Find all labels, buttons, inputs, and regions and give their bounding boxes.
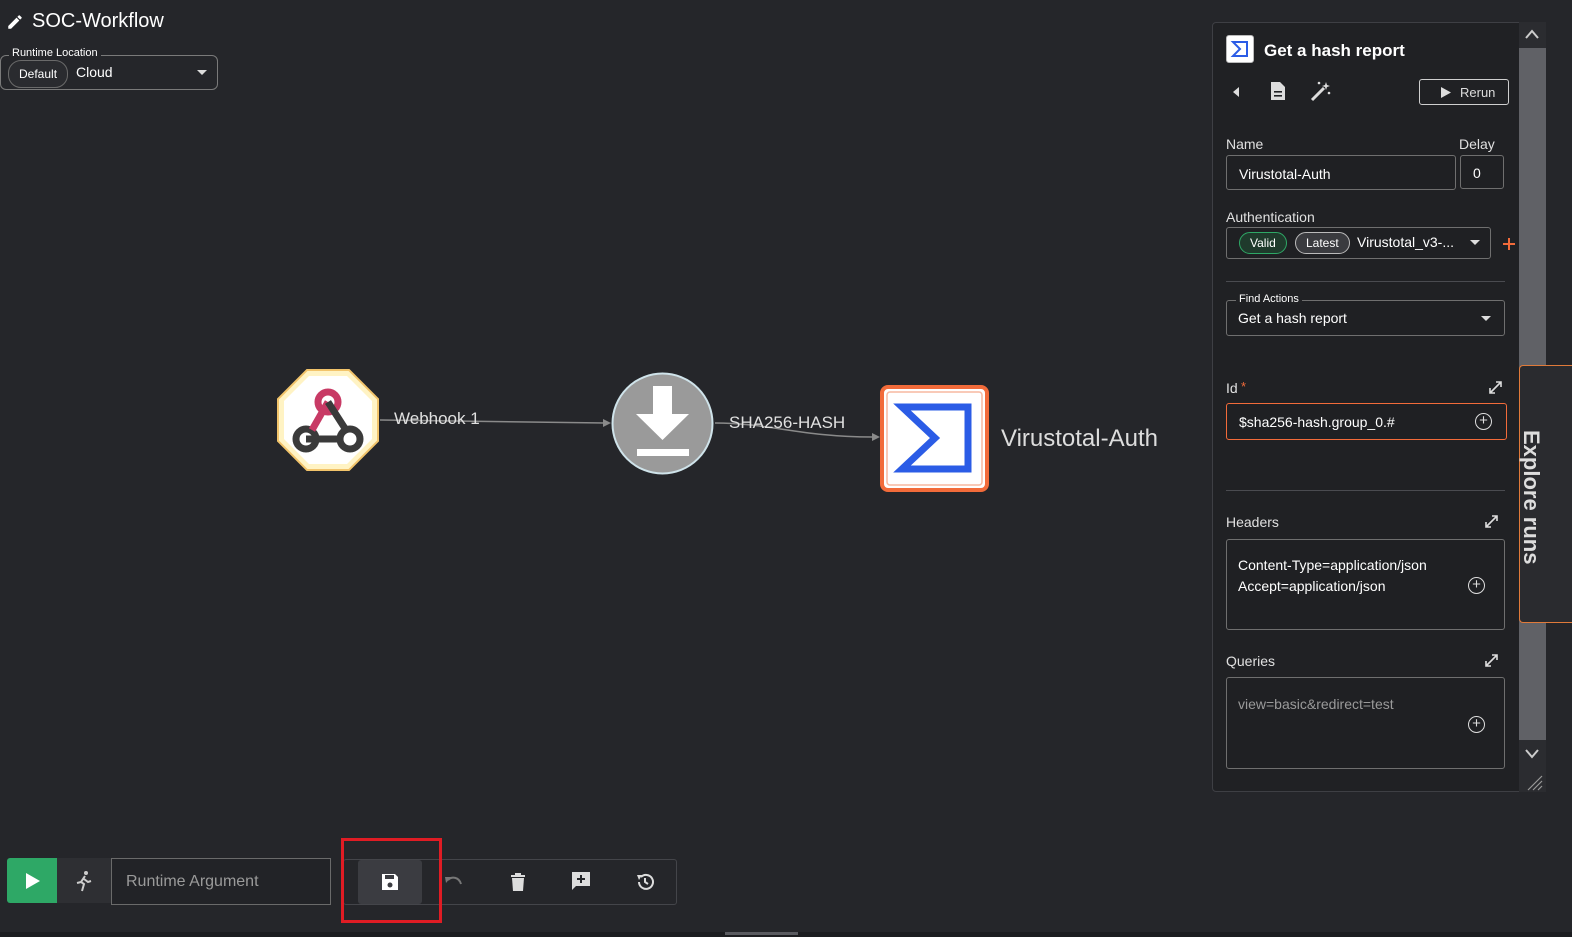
auth-valid-badge: Valid [1239, 232, 1287, 254]
save-highlight-box [341, 838, 442, 923]
name-label: Name [1226, 136, 1264, 152]
caret-left-icon[interactable] [1231, 86, 1241, 98]
chevron-down-icon[interactable] [1470, 240, 1480, 245]
history-button[interactable] [631, 868, 661, 898]
delay-value: 0 [1473, 165, 1481, 181]
bottom-scrollbar-thumb[interactable] [725, 932, 798, 935]
running-person-icon [76, 871, 92, 892]
scroll-up-icon[interactable] [1524, 28, 1540, 40]
undo-button[interactable] [440, 868, 470, 898]
headers-field[interactable]: Content-Type=application/json Accept=app… [1226, 539, 1505, 630]
step-run-button[interactable] [57, 858, 111, 903]
document-icon[interactable] [1269, 81, 1287, 101]
headers-label: Headers [1226, 514, 1279, 530]
workflow-edges [379, 419, 880, 441]
play-icon [1441, 87, 1451, 98]
history-icon [637, 873, 654, 890]
sigma-icon [1230, 41, 1248, 57]
name-value: Virustotal-Auth [1239, 166, 1331, 182]
delete-button[interactable] [504, 868, 532, 898]
add-variable-icon[interactable]: + [1475, 413, 1492, 430]
divider [1226, 281, 1505, 282]
auth-value: Virustotal_v3-... [1357, 234, 1455, 250]
add-comment-icon [572, 872, 590, 890]
scroll-down-icon[interactable] [1524, 748, 1540, 760]
expand-icon[interactable] [1484, 514, 1499, 529]
queries-placeholder: view=basic&redirect=test [1238, 696, 1394, 712]
add-variable-icon[interactable]: + [1468, 716, 1485, 733]
queries-field[interactable]: view=basic&redirect=test + [1226, 677, 1505, 769]
required-asterisk: * [1241, 379, 1247, 394]
add-auth-icon[interactable] [1502, 237, 1516, 251]
expand-icon[interactable] [1484, 653, 1499, 668]
edge-label-sha256: SHA256-HASH [729, 413, 846, 432]
rerun-button[interactable]: Rerun [1419, 79, 1509, 105]
name-field[interactable]: Virustotal-Auth [1226, 155, 1456, 190]
trash-icon [511, 873, 525, 891]
find-actions-label: Find Actions [1236, 293, 1302, 305]
run-workflow-button[interactable] [7, 858, 57, 903]
app-icon [1226, 35, 1254, 63]
expand-icon[interactable] [1488, 380, 1503, 395]
runtime-argument-placeholder: Runtime Argument [126, 873, 259, 890]
play-icon [26, 873, 40, 889]
panel-title: Get a hash report [1264, 41, 1405, 60]
headers-line-1: Content-Type=application/json [1238, 557, 1427, 573]
delay-label: Delay [1459, 136, 1495, 152]
edge-label-webhook: Webhook 1 [394, 409, 480, 428]
queries-label: Queries [1226, 653, 1276, 669]
id-label: Id [1226, 380, 1238, 396]
virustotal-node[interactable] [880, 385, 989, 492]
id-value: $sha256-hash.group_0.# [1239, 414, 1395, 430]
delay-field[interactable]: 0 [1460, 155, 1504, 189]
explore-runs-label: Explore runs [1519, 430, 1544, 565]
webhook-node[interactable] [276, 368, 380, 472]
resize-handle-icon[interactable] [1524, 772, 1544, 792]
add-comment-button[interactable] [567, 868, 597, 898]
magic-wand-icon[interactable] [1310, 80, 1332, 102]
divider [1226, 490, 1505, 491]
undo-icon [445, 876, 462, 885]
find-actions-value: Get a hash report [1238, 310, 1347, 326]
download-node[interactable] [611, 372, 714, 475]
rerun-label: Rerun [1460, 85, 1496, 100]
download-icon [611, 372, 714, 475]
auth-latest-badge: Latest [1295, 232, 1350, 254]
runtime-argument-input[interactable]: Runtime Argument [111, 858, 331, 905]
chevron-down-icon[interactable] [1481, 316, 1491, 321]
headers-line-2: Accept=application/json [1238, 578, 1386, 594]
sigma-icon [880, 385, 989, 492]
add-variable-icon[interactable]: + [1468, 577, 1485, 594]
node-label-virustotal: Virustotal-Auth [1001, 425, 1158, 452]
id-field[interactable]: $sha256-hash.group_0.# + [1226, 403, 1507, 440]
webhook-icon [277, 369, 379, 471]
authentication-label: Authentication [1226, 209, 1315, 225]
